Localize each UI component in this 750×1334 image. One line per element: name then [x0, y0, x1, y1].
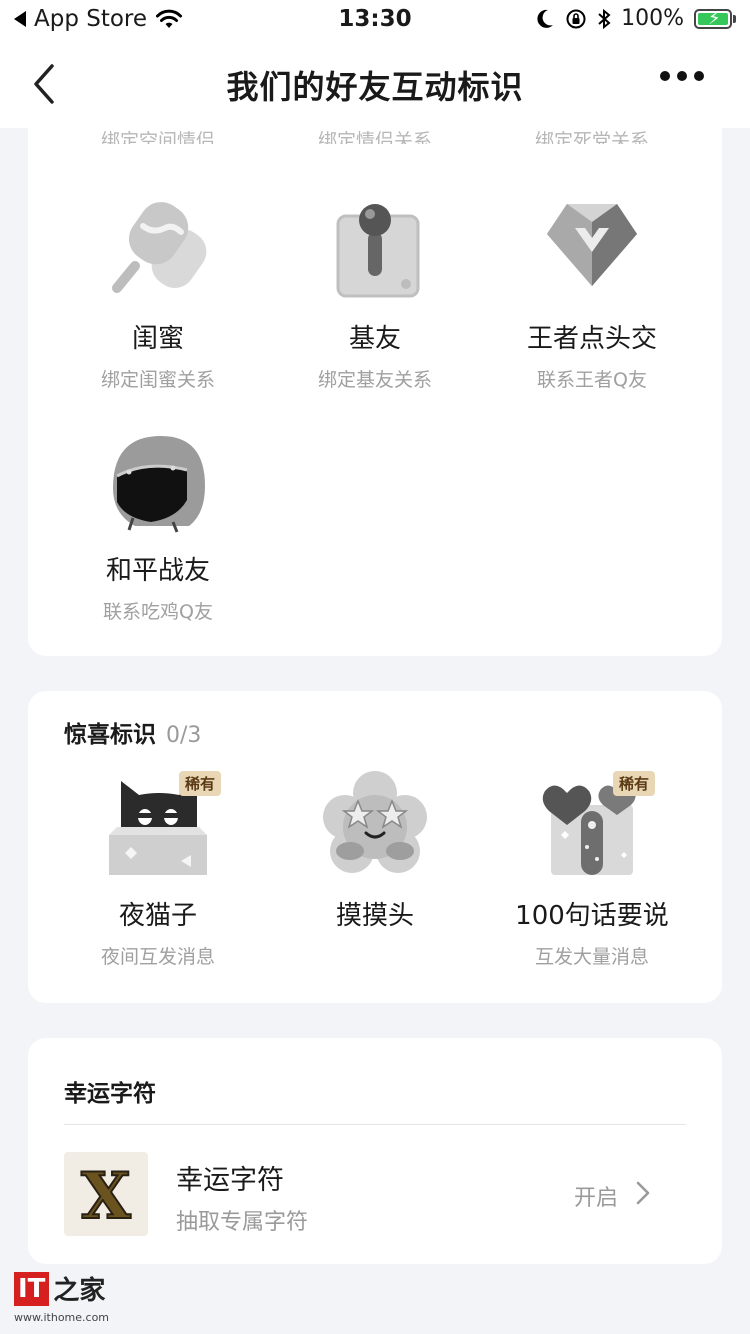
- lucky-character-thumbnail: X: [64, 1152, 148, 1236]
- moon-icon: [537, 9, 554, 28]
- flower-face-icon: [323, 771, 427, 873]
- rare-tag: 稀有: [612, 771, 655, 796]
- badge-name: 闺蜜: [131, 324, 184, 354]
- badge-desc: 绑定空间情侣: [100, 130, 215, 144]
- relationship-badges-card: 闺蜜 绑定闺蜜关系 基友 绑定基友关系 王者点头交 联系王者Q友 和平战友 联系…: [28, 100, 722, 656]
- joystick-icon: [336, 204, 420, 298]
- battery-percent: 100%: [621, 6, 684, 31]
- ithome-logo: IT 之家: [14, 1270, 109, 1307]
- more-options-icon[interactable]: [660, 66, 704, 86]
- badge-heping[interactable]: 和平战友 联系吃鸡Q友: [48, 426, 268, 624]
- badge-desc: 联系王者Q友: [537, 369, 647, 391]
- open-button[interactable]: 开启: [574, 1180, 618, 1212]
- section-title: 幸运字符: [64, 1081, 156, 1107]
- badge-guimi[interactable]: 闺蜜 绑定闺蜜关系: [48, 194, 268, 392]
- watermark-url: www.ithome.com: [14, 1311, 110, 1324]
- watermark: IT 之家 www.ithome.com: [14, 1270, 109, 1324]
- badge-100-sentences[interactable]: 稀有 100句话要说 互发大量消息: [482, 771, 702, 969]
- page-title: 我们的好友互动标识: [226, 68, 524, 106]
- nav-bar: 我们的好友互动标识: [0, 44, 750, 128]
- letter-x-icon: X: [80, 1158, 132, 1235]
- badge-wangzhe[interactable]: 王者点头交 联系王者Q友: [482, 194, 702, 392]
- chevron-right-icon[interactable]: [634, 1180, 652, 1206]
- badge-desc: 夜间互发消息: [100, 946, 215, 968]
- popsicle-icon: [112, 202, 207, 293]
- badge-name: 100句话要说: [515, 901, 669, 931]
- orientation-lock-icon: [566, 9, 586, 28]
- lucky-character-card: 幸运字符 X 幸运字符 抽取专属字符 开启: [28, 1038, 722, 1264]
- battery-icon: ⚡: [694, 7, 736, 29]
- bluetooth-icon: [598, 8, 611, 29]
- badge-desc: 互发大量消息: [534, 946, 649, 968]
- badge-jiyou[interactable]: 基友 绑定基友关系: [265, 194, 485, 392]
- badge-desc: 绑定死党关系: [534, 130, 649, 144]
- charging-bolt-icon: ⚡: [708, 7, 721, 29]
- logo-zh: 之家: [53, 1276, 106, 1306]
- badge-desc: 联系吃鸡Q友: [103, 601, 213, 623]
- helmet-icon: [113, 436, 205, 533]
- badge-desc: 绑定闺蜜关系: [100, 369, 215, 391]
- badge-desc: 绑定情侣关系: [317, 130, 432, 144]
- badge-desc: 绑定基友关系: [317, 369, 432, 391]
- lucky-character-row[interactable]: X 幸运字符 抽取专属字符 开启: [64, 1152, 686, 1238]
- badge-night-owl[interactable]: 稀有 夜猫子 夜间互发消息: [48, 771, 268, 969]
- rare-tag: 稀有: [178, 771, 221, 796]
- svg-text:X: X: [81, 1159, 131, 1234]
- diamond-icon: [547, 204, 637, 286]
- badge-name: 基友: [348, 324, 401, 354]
- badge-pat-head[interactable]: 摸摸头: [265, 771, 485, 942]
- badge-name: 和平战友: [105, 556, 210, 586]
- status-bar: App Store 13:30 100% ⚡: [0, 0, 750, 44]
- surprise-badges-card: 惊喜标识 0/3 稀有 夜猫子 夜间互发消息 摸摸头 稀有 100句话要说 互发…: [28, 691, 722, 1003]
- status-icons: 100% ⚡: [535, 6, 736, 31]
- lucky-item-desc: 抽取专属字符: [176, 1210, 309, 1235]
- section-title: 惊喜标识: [64, 722, 156, 748]
- badge-name: 王者点头交: [526, 324, 657, 354]
- badge-name: 夜猫子: [118, 901, 197, 931]
- badge-name: 摸摸头: [335, 901, 414, 931]
- logo-it: IT: [14, 1271, 50, 1306]
- divider: [64, 1124, 686, 1125]
- section-count: 0/3: [166, 723, 202, 748]
- lucky-item-name: 幸运字符: [176, 1165, 284, 1196]
- section-header: 惊喜标识 0/3: [64, 715, 201, 749]
